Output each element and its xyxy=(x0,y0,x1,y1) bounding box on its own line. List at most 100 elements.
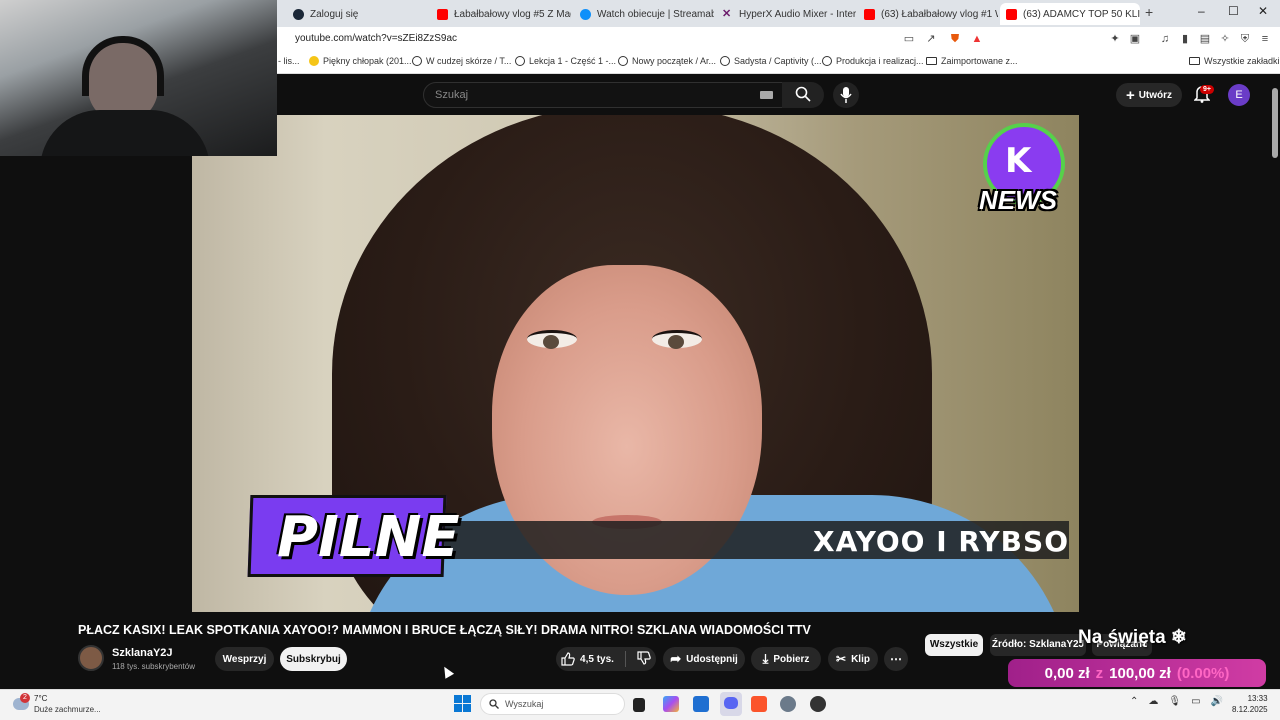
share-button[interactable]: ➦ Udostępnij xyxy=(663,647,745,671)
webcam-overlay xyxy=(0,0,277,156)
minimize-button[interactable]: – xyxy=(1198,4,1205,18)
vpn-icon[interactable]: ⛨ xyxy=(1238,32,1252,46)
news-ticker-text: XAYOO I RYBSO xyxy=(813,525,1069,558)
thumbs-up-icon xyxy=(561,652,575,666)
close-window-button[interactable]: ✕ xyxy=(1258,4,1268,18)
subscribe-button[interactable]: Subskrybuj xyxy=(280,647,347,671)
page-scrollbar[interactable] xyxy=(1272,88,1278,158)
tab-adamcy-active[interactable]: (63) ADAMCY TOP 50 KLIPÓW xyxy=(1000,3,1140,25)
dislike-button[interactable] xyxy=(637,650,651,668)
bookmark-favicon-icon xyxy=(720,56,730,66)
keyboard-icon[interactable] xyxy=(760,91,773,99)
taskbar-search-input[interactable]: Wyszukaj xyxy=(480,693,625,715)
like-button[interactable]: 4,5 tys. xyxy=(561,652,614,666)
microphone-icon[interactable]: 🎙 xyxy=(1168,696,1181,707)
tab-vlog-5[interactable]: Łabałbałowy vlog #5 Z Magda xyxy=(431,3,571,25)
tab-search-icon[interactable]: ▣ xyxy=(1128,32,1142,46)
bookmark-item[interactable]: Piękny chłopak (201... xyxy=(309,56,412,66)
extensions-icon[interactable]: ✦ xyxy=(1108,32,1122,46)
chip-source[interactable]: Źródło: SzklanaY2J xyxy=(990,634,1086,656)
channel-avatar[interactable] xyxy=(78,645,104,671)
bookmark-favicon-icon xyxy=(412,56,422,66)
media-icon[interactable]: ♫ xyxy=(1158,32,1172,46)
bookmark-item[interactable]: Nowy początek / Ar... xyxy=(618,56,716,66)
weather-widget[interactable]: 2 7°C Duże zachmurze... xyxy=(10,692,120,718)
clip-button[interactable]: ✂ Klip xyxy=(828,647,878,671)
system-clock[interactable]: 13:33 8.12.2025 xyxy=(1232,693,1268,715)
like-count: 4,5 tys. xyxy=(580,653,614,665)
youtube-icon xyxy=(1006,8,1017,20)
like-dislike-group: 4,5 tys. xyxy=(556,647,656,671)
all-bookmarks-folder[interactable]: Wszystkie zakładki xyxy=(1189,56,1280,66)
folder-icon xyxy=(1189,57,1200,65)
bookmark-item[interactable]: Produkcja i realizacj... xyxy=(822,56,924,66)
download-button[interactable]: ⤓ Pobierz xyxy=(751,647,821,671)
headphones xyxy=(82,36,164,96)
bookmark-favicon-icon xyxy=(822,56,832,66)
donation-goal-bar: 0,00 zł z 100,00 zł (0.00%) xyxy=(1008,659,1266,687)
bookmark-item[interactable]: W cudzej skórze / T... xyxy=(412,56,511,66)
tab-zaloguj[interactable]: Zaloguj się xyxy=(287,3,427,25)
maximize-button[interactable]: ☐ xyxy=(1228,4,1239,18)
new-tab-button[interactable]: + xyxy=(1145,4,1153,20)
start-button[interactable] xyxy=(454,695,471,712)
channel-name[interactable]: SzklanaY2J xyxy=(112,647,173,659)
app-icon[interactable] xyxy=(810,696,826,712)
plus-icon: + xyxy=(1125,86,1135,104)
tab-hyperx[interactable]: ✕ HyperX Audio Mixer - Interfejs xyxy=(716,3,856,25)
leo-ai-icon[interactable]: ✧ xyxy=(1218,32,1232,46)
network-icon[interactable]: ▭ xyxy=(1191,696,1200,707)
share-icon: ➦ xyxy=(670,651,682,666)
streamable-icon xyxy=(580,8,591,20)
copilot-icon[interactable] xyxy=(663,696,679,712)
brave-shield-icon[interactable]: ⛊ xyxy=(948,32,962,46)
bookmark-item[interactable]: Sadysta / Captivity (... xyxy=(720,56,822,66)
account-avatar[interactable]: E xyxy=(1228,84,1250,106)
voice-search-button[interactable] xyxy=(833,82,859,108)
microphone-icon xyxy=(840,87,852,103)
channel-news-logo: K NEWS xyxy=(977,123,1067,225)
url-field[interactable]: youtube.com/watch?v=sZEi8ZzS9ac xyxy=(295,33,457,44)
discord-active-icon[interactable] xyxy=(720,692,742,716)
video-title: PŁACZ KASIX! LEAK SPOTKANIA XAYOO!? MAMM… xyxy=(78,623,811,637)
bookmark-item[interactable]: Lekcja 1 - Część 1 -... xyxy=(515,56,616,66)
brave-browser-icon[interactable] xyxy=(751,696,767,712)
search-icon xyxy=(489,699,499,709)
bookmark-favicon-icon xyxy=(618,56,628,66)
bookmark-item[interactable]: - lis... xyxy=(278,56,300,66)
folder-icon xyxy=(926,57,937,65)
mouse-cursor xyxy=(439,664,455,679)
search-button[interactable] xyxy=(782,82,824,108)
wallet-icon[interactable]: ▤ xyxy=(1198,32,1212,46)
steam-icon xyxy=(293,8,304,20)
search-input[interactable]: Szukaj xyxy=(423,82,793,108)
sidebar-icon[interactable]: ▮ xyxy=(1178,32,1192,46)
youtube-icon xyxy=(864,8,875,20)
thumbs-down-icon xyxy=(637,650,651,665)
settings-icon[interactable] xyxy=(780,696,796,712)
screen-icon[interactable]: ▭ xyxy=(902,32,916,46)
create-button[interactable]: + Utwórz xyxy=(1116,83,1182,107)
x-icon: ✕ xyxy=(722,7,732,20)
bookmark-favicon-icon xyxy=(309,56,319,66)
chip-all[interactable]: Wszystkie xyxy=(925,634,983,656)
share-page-icon[interactable]: ↗ xyxy=(924,32,938,46)
menu-icon[interactable]: ≡ xyxy=(1258,32,1272,46)
store-icon[interactable] xyxy=(693,696,709,712)
bookmark-folder[interactable]: Zaimportowane z... xyxy=(926,56,1018,66)
youtube-icon xyxy=(437,8,448,20)
windows-logo-icon xyxy=(454,695,462,703)
onedrive-icon[interactable]: ☁ xyxy=(1148,696,1158,707)
tab-vlog-1[interactable]: (63) Łabałbałowy vlog #1 Wys xyxy=(858,3,998,25)
task-view-icon[interactable] xyxy=(633,698,645,712)
notification-count-badge: 9+ xyxy=(1200,85,1214,94)
brave-rewards-icon[interactable]: ▲ xyxy=(970,32,984,46)
volume-icon[interactable]: 🔊 xyxy=(1211,696,1223,707)
urgent-banner-text: PILNE xyxy=(277,505,460,570)
video-player[interactable]: K NEWS XAYOO I RYBSO PILNE xyxy=(192,115,1079,612)
tab-streamable[interactable]: Watch obiecuje | Streamable xyxy=(574,3,714,25)
system-tray: ⌃ ☁ 🎙 ▭ 🔊 xyxy=(1130,696,1223,707)
more-actions-button[interactable]: ⋯ xyxy=(884,647,908,671)
chevron-up-icon[interactable]: ⌃ xyxy=(1130,696,1138,707)
support-button[interactable]: Wesprzyj xyxy=(215,647,274,671)
